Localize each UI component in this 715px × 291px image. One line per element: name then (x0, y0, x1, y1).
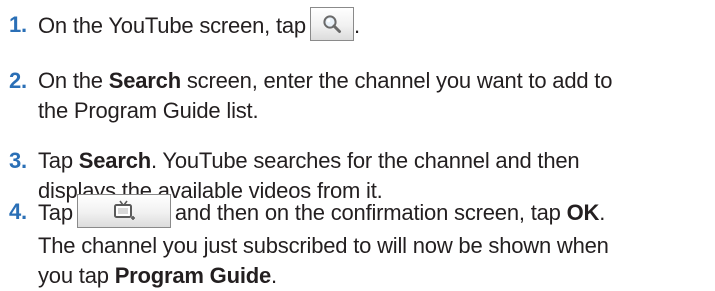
step-line: The channel you just subscribed to will … (38, 233, 609, 258)
bold-term: Program Guide (114, 263, 272, 288)
step-text-after-icon: . (353, 12, 360, 38)
step-number: 4. (9, 199, 27, 224)
bold-term: Search (108, 68, 181, 93)
step-text-before-icon: On the YouTube screen, tap (38, 12, 306, 38)
bold-term: Search (78, 148, 151, 173)
step-text: On the Search screen, enter the channel … (38, 66, 713, 126)
step-line: you tap Program Guide. (38, 261, 713, 291)
step-text-after-icon: and then on the confirmation screen, tap (174, 199, 567, 225)
step-number: 3. (9, 148, 27, 173)
subscribe-button-image (76, 194, 171, 228)
search-icon (323, 15, 341, 33)
step-text: On the YouTube screen, tap. (38, 7, 713, 44)
search-button-image (309, 7, 354, 41)
step-text-end: . (271, 263, 277, 288)
step-text-prefix: On the (38, 68, 109, 93)
bold-term: OK (566, 199, 600, 225)
step-text-before-icon: Tap (38, 199, 73, 225)
step-line: On the Search screen, enter the channel … (38, 66, 713, 96)
step-line: Tap and then on the confirmation screen, … (38, 194, 713, 231)
subscribe-tv-icon (113, 200, 135, 220)
step-text: Tap and then on the confirmation screen, … (38, 194, 713, 291)
step-text-suffix: . YouTube searches for the channel and t… (150, 148, 580, 173)
step-text-prefix: you tap (38, 263, 115, 288)
step-text-end: . (599, 199, 606, 225)
step-number: 2. (9, 68, 27, 93)
step-number: 1. (9, 12, 27, 37)
step-line: On the YouTube screen, tap. (38, 7, 713, 44)
step-text-prefix: Tap (38, 148, 79, 173)
step-text-suffix: screen, enter the channel you want to ad… (180, 68, 613, 93)
step-line: Tap Search. YouTube searches for the cha… (38, 146, 713, 176)
step-line: the Program Guide list. (38, 98, 259, 123)
